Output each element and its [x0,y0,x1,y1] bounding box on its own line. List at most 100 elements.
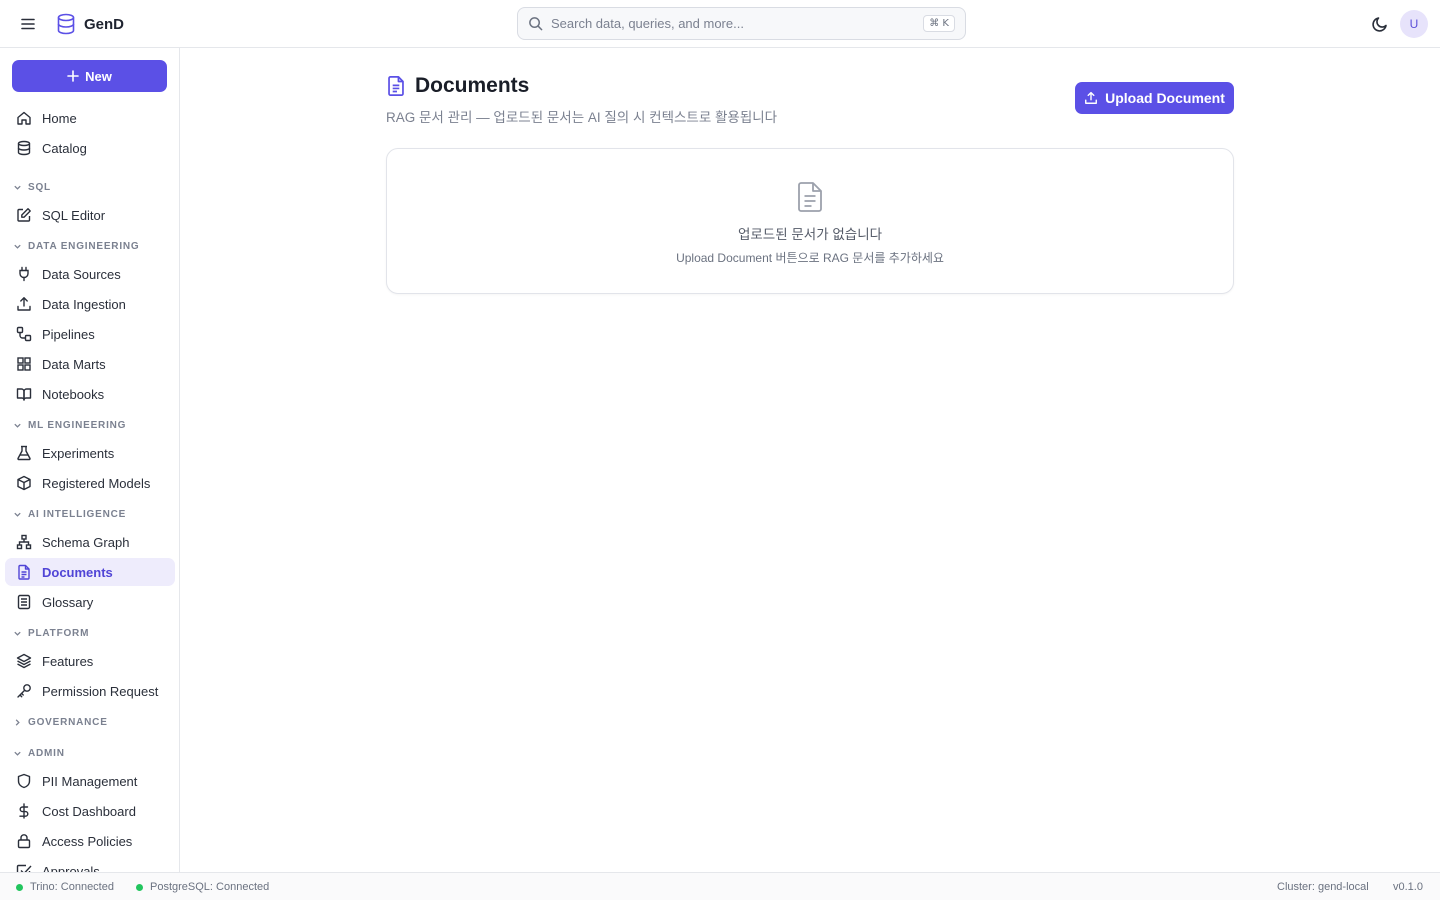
page-header: Documents RAG 문서 관리 — 업로드된 문서는 AI 질의 시 컨… [386,74,777,126]
search-icon [528,16,543,31]
layers-icon [16,653,32,669]
version-label: v0.1.0 [1393,881,1423,893]
section-label: PLATFORM [28,627,90,639]
sidebar-item-pii-management[interactable]: PII Management [5,767,175,795]
sidebar-item-glossary[interactable]: Glossary [5,588,175,616]
empty-state-card: 업로드된 문서가 없습니다 Upload Document 버튼으로 RAG 문… [386,148,1234,294]
section-governance[interactable]: GOVERNANCE [13,714,108,730]
sidebar-item-label: Data Marts [42,356,106,372]
chevron-down-icon [13,629,22,638]
sidebar-item-catalog[interactable]: Catalog [5,134,175,162]
section-admin[interactable]: ADMIN [13,745,65,761]
glossary-icon [16,594,32,610]
sidebar-item-experiments[interactable]: Experiments [5,439,175,467]
status-dot [136,883,143,891]
postgres-status-label: PostgreSQL: Connected [150,881,270,893]
menu-icon[interactable] [18,14,38,34]
sidebar-item-registered-models[interactable]: Registered Models [5,469,175,497]
plus-icon [67,70,79,82]
section-label: ADMIN [28,747,65,759]
chevron-down-icon [13,183,22,192]
section-data-engineering[interactable]: DATA ENGINEERING [13,238,140,254]
sidebar-item-features[interactable]: Features [5,647,175,675]
main-content: Documents RAG 문서 관리 — 업로드된 문서는 AI 질의 시 컨… [180,48,1440,872]
key-icon [16,683,32,699]
workflow-icon [16,326,32,342]
sidebar-item-label: Permission Request [42,683,159,699]
avatar[interactable]: U [1400,10,1428,38]
section-label: SQL [28,181,51,193]
sidebar-item-label: Pipelines [42,326,95,342]
section-ml-engineering[interactable]: ML ENGINEERING [13,417,126,433]
sidebar-item-notebooks[interactable]: Notebooks [5,380,175,408]
cluster-name: Cluster: gend-local [1277,881,1369,893]
version-number: v0.1.0 [1393,881,1423,893]
upload-icon [16,296,32,312]
section-platform[interactable]: PLATFORM [13,625,89,641]
sidebar-item-label: Registered Models [42,475,151,491]
sidebar-item-label: Home [42,110,77,126]
book-icon [16,386,32,402]
status-bar: Trino: Connected PostgreSQL: Connected C… [0,872,1440,900]
sidebar-item-pipelines[interactable]: Pipelines [5,320,175,348]
trino-status: Trino: Connected [16,881,114,893]
sidebar-item-home[interactable]: Home [5,104,175,132]
sidebar-item-cost-dashboard[interactable]: Cost Dashboard [5,797,175,825]
sidebar-item-permission-request[interactable]: Permission Request [5,677,175,705]
sidebar-item-label: Approvals [42,863,100,873]
edit-icon [16,207,32,223]
sidebar-item-label: Notebooks [42,386,105,402]
sidebar-item-schema-graph[interactable]: Schema Graph [5,528,175,556]
cluster-label: Cluster: gend-local [1277,881,1369,893]
page-subtitle: RAG 문서 관리 — 업로드된 문서는 AI 질의 시 컨텍스트로 활용됩니다 [386,110,778,125]
home-icon [16,110,32,126]
chevron-right-icon [13,718,22,727]
sidebar-item-label: Experiments [42,445,115,461]
document-icon [16,564,32,580]
section-label: AI INTELLIGENCE [28,508,127,520]
dollar-icon [16,803,32,819]
trino-status-label: Trino: Connected [30,881,114,893]
sidebar-item-label: Data Ingestion [42,296,126,312]
section-sql[interactable]: SQL [13,179,51,195]
sidebar-item-data-marts[interactable]: Data Marts [5,350,175,378]
search-shortcut: ⌘ K [923,15,955,32]
moon-icon[interactable] [1371,15,1389,33]
lock-icon [16,833,32,849]
sidebar: New Home Catalog SQL SQL Editor DATA ENG… [0,48,180,872]
new-button[interactable]: New [12,60,167,92]
check-square-icon [16,863,32,872]
database-icon [16,140,32,156]
grid-icon [16,356,32,372]
sidebar-item-sql-editor[interactable]: SQL Editor [5,201,175,229]
search-box[interactable]: ⌘ K [517,7,966,40]
sidebar-item-label: Data Sources [42,266,121,282]
sidebar-item-label: SQL Editor [42,207,106,223]
empty-state-title: 업로드된 문서가 없습니다 [737,227,883,242]
top-bar: GenD ⌘ K U [0,0,1440,48]
status-dot [16,883,23,891]
sidebar-item-label: Glossary [42,594,94,610]
app-name: GenD [84,15,125,33]
section-label: GOVERNANCE [28,716,108,728]
document-icon [386,75,406,97]
sidebar-item-data-sources[interactable]: Data Sources [5,260,175,288]
search-input[interactable] [551,16,916,31]
brand[interactable]: GenD [56,13,124,35]
sidebar-item-approvals[interactable]: Approvals [5,857,175,872]
sidebar-item-label: Cost Dashboard [42,803,136,819]
section-label: DATA ENGINEERING [28,240,140,252]
sidebar-item-label: Access Policies [42,833,133,849]
sidebar-item-data-ingestion[interactable]: Data Ingestion [5,290,175,318]
empty-state-description: Upload Document 버튼으로 RAG 문서를 추가하세요 [676,251,944,265]
sidebar-item-label: Features [42,653,94,669]
page-title: Documents [415,74,530,97]
flask-icon [16,445,32,461]
section-label: ML ENGINEERING [28,419,127,431]
chevron-down-icon [13,242,22,251]
sidebar-item-access-policies[interactable]: Access Policies [5,827,175,855]
sidebar-item-documents[interactable]: Documents [5,558,175,586]
sidebar-item-label: Catalog [42,140,87,156]
section-ai-intelligence[interactable]: AI INTELLIGENCE [13,506,126,522]
upload-document-button[interactable]: Upload Document [1075,82,1234,114]
